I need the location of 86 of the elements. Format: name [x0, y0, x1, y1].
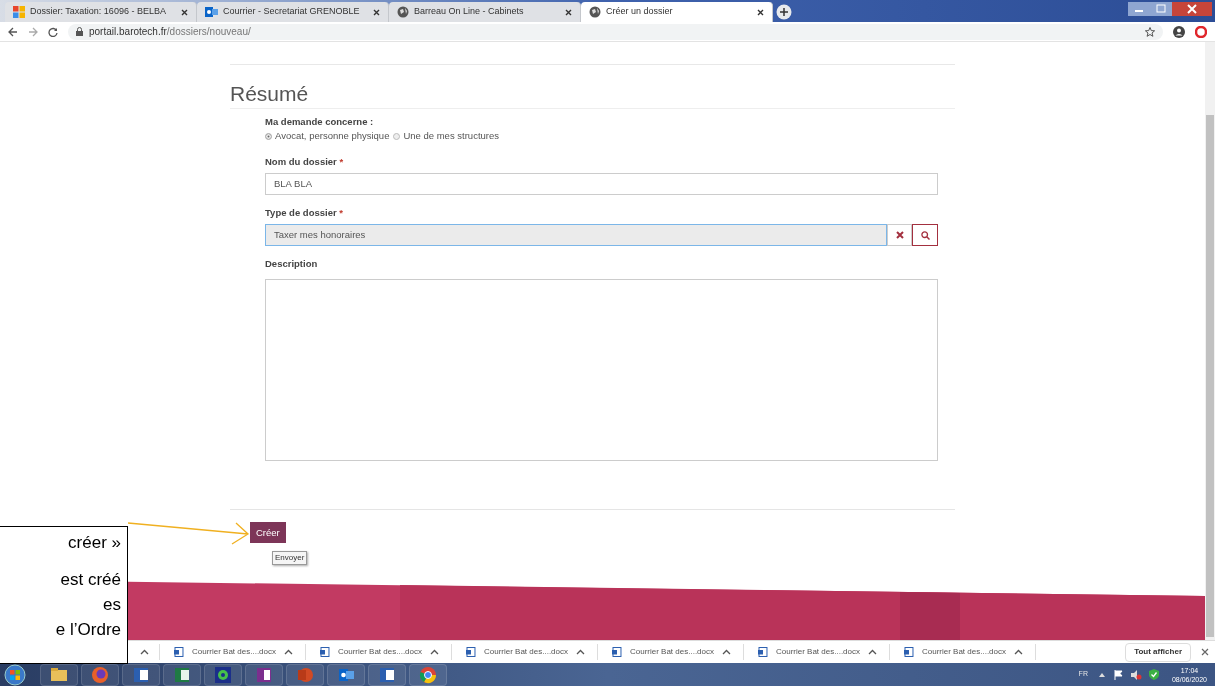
- file-name: Courrier Bat des....docx: [337, 646, 422, 658]
- download-item[interactable]: Courrier Bat des....docx: [744, 644, 890, 660]
- callout-text: es: [103, 594, 121, 616]
- speaker-icon[interactable]: [1130, 669, 1142, 680]
- tab-title: Dossier: Taxation: 16096 - BELBA: [30, 5, 167, 19]
- chevron-up-icon[interactable]: [722, 649, 731, 655]
- tab-title: Courrier - Secretariat GRENOBLE: [223, 5, 361, 19]
- download-item[interactable]: Courrier Bat des....docx: [160, 644, 306, 660]
- shield-icon[interactable]: [1148, 669, 1159, 680]
- radio-option[interactable]: Avocat, personne physique: [265, 129, 390, 144]
- document-icon: [466, 647, 476, 657]
- file-name: Courrier Bat des....docx: [191, 646, 276, 658]
- browser-fox-icon: [90, 664, 110, 685]
- chevron-up-icon[interactable]: [140, 649, 149, 655]
- file-name: Courrier Bat des....docx: [483, 646, 568, 658]
- browser-fox-taskbar-button[interactable]: [81, 663, 119, 686]
- create-button[interactable]: Créer: [250, 522, 286, 544]
- download-item[interactable]: Courrier Bat des....docx: [452, 644, 598, 660]
- tab-title: Créer un dossier: [606, 5, 674, 19]
- tooltip: Envoyer: [272, 551, 308, 566]
- flag-icon[interactable]: [1113, 669, 1124, 680]
- text-field[interactable]: BLA BLA: [265, 172, 938, 195]
- document-app-taskbar-button[interactable]: [122, 663, 160, 686]
- close-icon[interactable]: [181, 8, 188, 16]
- document-app-taskbar-button[interactable]: [368, 663, 406, 686]
- field-label: Type de dossier *: [265, 205, 344, 220]
- show-all-button[interactable]: Tout afficher: [1125, 642, 1191, 662]
- chevron-up-icon[interactable]: [284, 649, 293, 655]
- globe-icon: [589, 6, 601, 18]
- close-icon[interactable]: [1201, 648, 1209, 656]
- globe-icon: [397, 6, 409, 18]
- document-icon: [612, 647, 622, 657]
- account-icon[interactable]: [1173, 25, 1185, 38]
- mail-icon: [205, 6, 218, 18]
- search-button[interactable]: [912, 224, 938, 246]
- tray-chevron-icon[interactable]: [1098, 672, 1105, 677]
- chevron-up-icon[interactable]: [868, 649, 877, 655]
- clear-icon: [895, 231, 904, 239]
- lock-icon: [76, 27, 83, 36]
- description-field[interactable]: [265, 279, 938, 462]
- field-label: Description: [265, 257, 319, 271]
- browser-tab[interactable]: Courrier - Secretariat GRENOBLE: [197, 2, 389, 22]
- back-icon[interactable]: [8, 26, 18, 37]
- start-icon[interactable]: [4, 663, 26, 686]
- notebook-app-taskbar-button[interactable]: [245, 663, 283, 686]
- address-field[interactable]: portail.barotech.fr/dossiers/nouveau/: [68, 23, 1163, 40]
- scrollbar[interactable]: [1205, 42, 1215, 640]
- callout-text: créer »: [68, 532, 121, 554]
- download-item[interactable]: Courrier Bat des....docx: [890, 644, 1036, 660]
- file-name: Courrier Bat des....docx: [629, 646, 714, 658]
- callout-text: e l’Ordre: [55, 619, 121, 641]
- field-label: Ma demande concerne :: [265, 115, 375, 129]
- close-icon[interactable]: [373, 8, 380, 16]
- callout-text: est créé: [60, 569, 121, 591]
- close-icon[interactable]: [757, 8, 764, 16]
- search-icon: [920, 230, 930, 240]
- lookup-field[interactable]: Taxer mes honoraires: [265, 224, 887, 246]
- browser-tab[interactable]: Dossier: Taxation: 16096 - BELBA: [5, 2, 197, 22]
- browser-tab[interactable]: Barreau On Line - Cabinets: [389, 2, 581, 22]
- clear-button[interactable]: [887, 224, 912, 246]
- browser-icon: [418, 664, 438, 685]
- document-icon: [904, 647, 914, 657]
- spreadsheet-app-taskbar-button[interactable]: [163, 663, 201, 686]
- star-icon[interactable]: [1145, 26, 1155, 37]
- section-title: Résumé: [230, 80, 319, 109]
- squares-icon: [13, 6, 25, 18]
- url-text: portail.barotech.fr/dossiers/nouveau/: [89, 25, 251, 39]
- download-item[interactable]: Courrier Bat des....docx: [598, 644, 744, 660]
- tab-title: Barreau On Line - Cabinets: [414, 5, 525, 19]
- file-name: Courrier Bat des....docx: [921, 646, 1006, 658]
- reload-icon[interactable]: [48, 26, 58, 37]
- chevron-up-icon[interactable]: [430, 649, 439, 655]
- browser-tab[interactable]: Créer un dossier: [581, 2, 773, 22]
- download-item[interactable]: Courrier Bat des....docx: [306, 644, 452, 660]
- radio-option[interactable]: Une de mes structures: [393, 129, 499, 144]
- document-icon: [174, 647, 184, 657]
- field-label: Nom du dossier *: [265, 154, 345, 169]
- browser-taskbar-button[interactable]: [409, 663, 447, 686]
- document-icon: [758, 647, 768, 657]
- new-tab-icon[interactable]: [776, 4, 792, 20]
- chevron-up-icon[interactable]: [576, 649, 585, 655]
- chevron-up-icon[interactable]: [1014, 649, 1023, 655]
- folder-taskbar-button[interactable]: [40, 663, 78, 686]
- document-icon: [320, 647, 330, 657]
- file-name: Courrier Bat des....docx: [775, 646, 860, 658]
- close-icon[interactable]: [565, 8, 572, 16]
